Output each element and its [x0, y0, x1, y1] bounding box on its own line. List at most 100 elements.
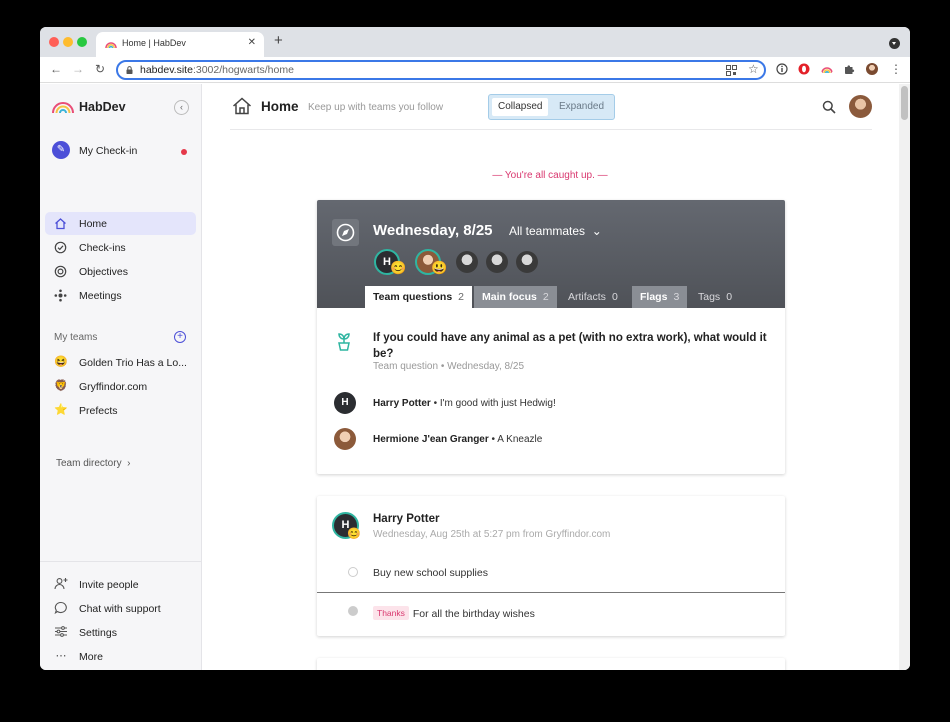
teammate-avatar[interactable] — [456, 251, 478, 273]
answer-avatar[interactable] — [334, 428, 356, 450]
browser-toolbar: ← → ↻ habdev.site:3002/hogwarts/home ☆ ⋮ — [40, 57, 910, 83]
tab-flags[interactable]: Flags 3 — [632, 286, 688, 308]
answer-avatar[interactable]: H — [334, 392, 356, 414]
url-text: habdev.site:3002/hogwarts/home — [140, 64, 294, 76]
sidebar-footer: Invite people Chat with support Settings… — [40, 561, 202, 670]
teammate-avatar[interactable] — [486, 251, 508, 273]
meetings-icon — [54, 289, 67, 302]
sidebar-item-checkins[interactable]: Check-ins — [45, 236, 196, 259]
answer-row: Harry Potter • I'm good with just Hedwig… — [373, 398, 556, 409]
team-emoji-icon: 😆 — [54, 356, 68, 368]
brand-name: HabDev — [79, 100, 126, 114]
extension-info-icon[interactable] — [776, 63, 788, 75]
invite-people-button[interactable]: Invite people — [54, 576, 199, 594]
tab-close-icon[interactable]: ✕ — [248, 37, 256, 48]
thanks-badge: Thanks — [373, 606, 409, 620]
more-dots-icon: ⋯ — [55, 650, 67, 662]
expanded-toggle-button[interactable]: Expanded — [553, 98, 610, 116]
answer-row: Hermione J'ean Granger • A Kneazle — [373, 434, 543, 445]
sidebar-item-home[interactable]: Home — [45, 212, 196, 235]
question-title: If you could have any animal as a pet (w… — [373, 332, 767, 360]
forward-button[interactable]: → — [72, 62, 84, 76]
bookmark-star-icon[interactable]: ☆ — [748, 62, 759, 76]
task-label: Thanks For all the birthday wishes — [373, 606, 535, 620]
user-avatar[interactable] — [849, 95, 872, 118]
address-bar[interactable]: habdev.site:3002/hogwarts/home ☆ — [116, 60, 766, 80]
bottom-item-label: More — [79, 651, 103, 663]
browser-menu-icon[interactable]: ⋮ — [890, 62, 902, 76]
team-emoji-icon: ⭐ — [54, 404, 68, 416]
home-outline-icon — [233, 97, 251, 115]
home-icon — [55, 218, 66, 230]
my-teams-label: My teams — [54, 332, 98, 343]
teammate-avatar[interactable] — [516, 251, 538, 273]
check-circle-icon — [54, 241, 67, 254]
chat-support-button[interactable]: Chat with support — [54, 600, 199, 618]
close-window-button[interactable] — [49, 37, 59, 47]
page-header: Home Keep up with teams you follow Colla… — [230, 84, 872, 130]
sidebar: HabDev ‹ ✎ My Check-in Home Check-ins Ob… — [40, 84, 202, 670]
page-subtitle: Keep up with teams you follow — [308, 102, 444, 113]
team-label: Prefects — [79, 405, 118, 417]
task-checkbox[interactable] — [348, 567, 358, 577]
habdev-extension-icon[interactable] — [821, 63, 833, 75]
bottom-item-label: Settings — [79, 627, 117, 639]
my-checkin-link[interactable]: My Check-in — [79, 145, 137, 157]
lock-icon — [126, 66, 133, 74]
team-directory-link[interactable]: Team directory › — [56, 458, 130, 469]
view-toggle: Collapsed Expanded — [488, 94, 615, 120]
tab-team-questions[interactable]: Team questions 2 — [365, 286, 472, 308]
page-title: Home — [261, 99, 299, 114]
team-emoji-icon: 🦁 — [54, 380, 68, 392]
checkin-author[interactable]: Harry Potter — [373, 513, 439, 525]
next-card — [317, 658, 785, 670]
collapsed-toggle-button[interactable]: Collapsed — [492, 98, 549, 116]
team-item-golden-trio[interactable]: 😆 Golden Trio Has a Lo... — [54, 354, 199, 372]
question-meta: Team question • Wednesday, 8/25 — [373, 361, 525, 372]
collapse-sidebar-button[interactable]: ‹ — [174, 100, 189, 115]
day-card-header: Wednesday, 8/25 All teammates ⌄ H 😊 😃 Te… — [317, 200, 785, 308]
day-summary-card: Wednesday, 8/25 All teammates ⌄ H 😊 😃 Te… — [317, 200, 785, 474]
tab-tags[interactable]: Tags 0 — [690, 286, 740, 308]
task-checkbox[interactable] — [348, 606, 358, 616]
profile-avatar[interactable] — [866, 63, 878, 75]
new-tab-button[interactable]: + — [274, 33, 283, 49]
chat-bubble-icon — [54, 601, 67, 614]
reload-button[interactable]: ↻ — [95, 62, 105, 76]
chevron-down-icon: ⌄ — [591, 224, 602, 238]
sidebar-item-meetings[interactable]: Meetings — [45, 284, 196, 307]
browser-tab[interactable]: Home | HabDev ✕ — [96, 32, 264, 57]
tab-search-icon[interactable] — [889, 38, 900, 49]
add-team-button[interactable]: + — [174, 331, 186, 343]
settings-button[interactable]: Settings — [54, 624, 199, 642]
back-button[interactable]: ← — [50, 62, 62, 76]
sidebar-item-objectives[interactable]: Objectives — [45, 260, 196, 283]
qr-code-icon[interactable] — [726, 65, 737, 76]
team-item-gryffindor[interactable]: 🦁 Gryffindor.com — [54, 378, 199, 396]
minimize-window-button[interactable] — [63, 37, 73, 47]
notification-dot — [181, 149, 187, 155]
checkin-meta: Wednesday, Aug 25th at 5:27 pm from Gryf… — [373, 529, 611, 540]
scrollbar-thumb[interactable] — [901, 86, 908, 120]
tab-artifacts[interactable]: Artifacts 0 — [560, 286, 626, 308]
tab-main-focus[interactable]: Main focus 2 — [474, 286, 557, 308]
scrollbar[interactable] — [899, 84, 910, 670]
bottom-item-label: Invite people — [79, 579, 139, 591]
habdev-logo-icon — [52, 102, 74, 114]
sidebar-item-label: Meetings — [79, 290, 122, 302]
mood-emoji-icon: 😃 — [431, 260, 448, 275]
team-item-prefects[interactable]: ⭐ Prefects — [54, 402, 199, 420]
task-label: Buy new school supplies — [373, 567, 488, 579]
search-icon[interactable] — [822, 100, 836, 114]
mood-emoji-icon: 😊 — [347, 528, 361, 540]
more-button[interactable]: ⋯ More — [54, 648, 199, 666]
compass-icon — [332, 219, 359, 246]
teammates-filter-dropdown[interactable]: All teammates ⌄ — [509, 224, 602, 238]
pencil-icon[interactable]: ✎ — [52, 141, 70, 159]
rainbow-favicon-icon — [105, 42, 117, 49]
opera-extension-icon[interactable] — [798, 63, 810, 75]
target-icon — [54, 265, 67, 278]
invite-person-icon — [54, 578, 68, 590]
maximize-window-button[interactable] — [77, 37, 87, 47]
puzzle-extensions-icon[interactable] — [843, 63, 855, 75]
